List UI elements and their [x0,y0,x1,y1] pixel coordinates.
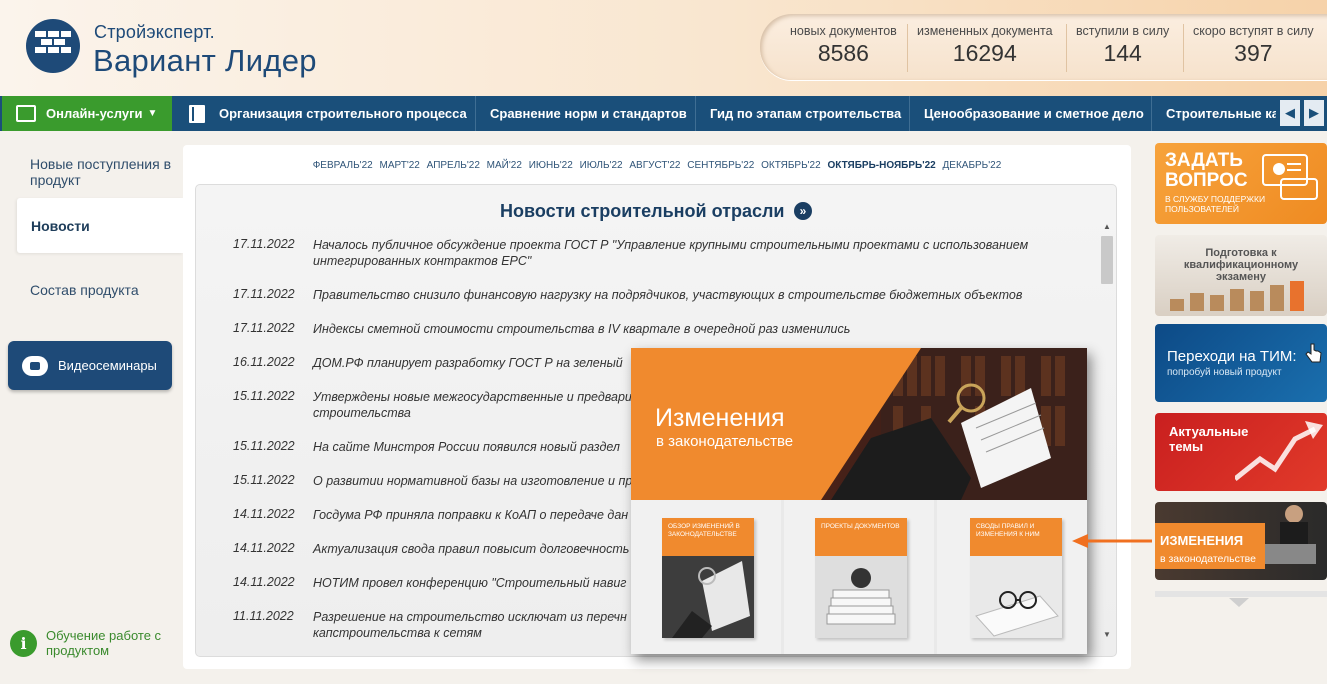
learn-product-link[interactable]: i Обучение работе с продуктом [10,628,166,658]
video-seminars-button[interactable]: Видеосеминары [8,341,172,390]
online-services-menu[interactable]: Онлайн-услуги ▼ [2,96,172,131]
scroll-up-icon[interactable]: ▲ [1103,222,1111,231]
main-nav: Онлайн-услуги ▼ Организация строительног… [0,96,1327,131]
nav-prev-arrow-icon[interactable]: ◀ [1280,100,1300,126]
magnifier-document-icon [662,556,754,638]
news-date: 16.11.2022 [233,355,295,369]
cursor-screen-icon [16,105,36,122]
news-date: 17.11.2022 [233,321,295,335]
stat-coming-soon[interactable]: скоро вступят в силу 397 [1193,24,1314,67]
popup-cards: ОБЗОР ИЗМЕНЕНИЙ В ЗАКОНОДАТЕЛЬСТВЕ ПРОЕК… [631,500,1087,654]
news-headline[interactable]: Утверждены новые межгосударственные и пр… [313,389,633,421]
stat-changed-docs[interactable]: измененных документа 16294 [917,24,1053,67]
scroll-down-icon[interactable]: ▼ [1103,630,1111,639]
news-headline[interactable]: Началось публичное обсуждение проекта ГО… [313,237,1073,269]
news-headline[interactable]: Индексы сметной стоимости строительства … [313,321,1073,337]
news-date: 15.11.2022 [233,473,295,487]
logo-text-main: Вариант Лидер [93,43,317,78]
news-scrollbar[interactable]: ▲ ▼ [1100,222,1114,644]
exam-prep-banner[interactable]: Подготовка к квалификационному экзамену [1155,235,1327,316]
card-codes-of-rules[interactable]: СВОДЫ ПРАВИЛ И ИЗМЕНЕНИЯ К НИМ [937,500,1087,654]
month-link[interactable]: ДЕКАБРЬ'22 [943,160,1002,171]
double-chevron-right-icon[interactable]: » [794,202,812,220]
popup-title: Изменения [655,404,785,432]
month-link[interactable]: ОКТЯБРЬ'22 [761,160,821,171]
month-link[interactable]: СЕНТЯБРЬ'22 [687,160,754,171]
divider [907,24,908,72]
month-link[interactable]: АПРЕЛЬ'22 [427,160,480,171]
checklist-icon [1170,281,1304,311]
chevron-down-icon: ▼ [147,108,158,119]
news-title[interactable]: Новости строительной отрасли [500,201,785,222]
sidebar-item-news[interactable]: Новости [17,198,183,253]
divider [1066,24,1067,72]
nav-item-pricing[interactable]: Ценообразование и сметное дело [910,96,1152,131]
header: Стройэксперт. Вариант Лидер новых докуме… [0,0,1327,96]
news-date: 15.11.2022 [233,439,295,453]
hand-pointer-icon [1305,343,1322,363]
hot-topics-banner[interactable]: Актуальные темы [1155,413,1327,491]
month-link-active[interactable]: ОКТЯБРЬ-НОЯБРЬ'22 [827,160,935,171]
month-link[interactable]: МАРТ'22 [379,160,419,171]
stat-new-docs[interactable]: новых документов 8586 [790,24,897,67]
book-cover: ПРОЕКТЫ ДОКУМЕНТОВ [815,518,907,638]
popup-subtitle: в законодательстве [656,433,794,450]
nav-item-construction-more[interactable]: Строительные ка [1152,96,1276,131]
logo-text-top: Стройэксперт. [94,22,215,42]
trend-arrow-icon [1235,421,1323,481]
tim-banner[interactable]: Переходи на ТИМ: попробуй новый продукт [1155,324,1327,402]
news-date: 14.11.2022 [233,541,295,555]
ask-question-banner[interactable]: ЗАДАТЬ ВОПРОС В СЛУЖБУ ПОДДЕРЖКИ ПОЛЬЗОВ… [1155,143,1327,224]
info-icon: i [10,629,37,657]
scroll-down-triangle-icon[interactable] [1229,598,1249,607]
divider [1183,24,1184,72]
book-icon [189,104,205,123]
stat-in-force[interactable]: вступили в силу 144 [1076,24,1169,67]
month-link[interactable]: МАЙ'22 [487,160,522,171]
months-bar: ФЕВРАЛЬ'22 МАРТ'22 АПРЕЛЬ'22 МАЙ'22 ИЮНЬ… [0,160,1314,171]
law-changes-popup[interactable]: Изменения в законодательстве ОБЗОР ИЗМЕН… [631,348,1087,654]
sidebar-item-contents[interactable]: Состав продукта [30,282,139,298]
news-date: 11.11.2022 [233,609,294,623]
stats-panel: новых документов 8586 измененных докумен… [760,14,1327,80]
news-headline[interactable]: Разрешение на строительство исключат из … [313,609,633,641]
month-link[interactable]: ИЮНЬ'22 [529,160,573,171]
card-law-review[interactable]: ОБЗОР ИЗМЕНЕНИЙ В ЗАКОНОДАТЕЛЬСТВЕ [631,500,781,654]
month-link[interactable]: ИЮЛЬ'22 [580,160,623,171]
card-draft-documents[interactable]: ПРОЕКТЫ ДОКУМЕНТОВ [784,500,934,654]
logo-icon[interactable] [26,19,80,73]
video-chat-icon [22,355,48,376]
nav-item-construction-process[interactable]: Организация строительного процесса [173,96,476,131]
glasses-papers-icon [970,556,1062,638]
scroll-thumb[interactable] [1101,236,1113,284]
news-date: 14.11.2022 [233,575,295,589]
month-link[interactable]: ФЕВРАЛЬ'22 [313,160,373,171]
news-date: 17.11.2022 [233,237,295,251]
book-cover: ОБЗОР ИЗМЕНЕНИЙ В ЗАКОНОДАТЕЛЬСТВЕ [662,518,754,638]
nav-next-arrow-icon[interactable]: ▶ [1304,100,1324,126]
support-chat-icon [1262,154,1318,200]
banner-list-edge [1155,591,1327,597]
news-date: 17.11.2022 [233,287,295,301]
popup-hero: Изменения в законодательстве [631,348,1087,500]
news-headline[interactable]: Правительство снизило финансовую нагрузк… [313,287,1073,303]
law-changes-banner[interactable]: ИЗМЕНЕНИЯ в законодательстве [1155,502,1327,580]
book-cover: СВОДЫ ПРАВИЛ И ИЗМЕНЕНИЯ К НИМ [970,518,1062,638]
news-date: 14.11.2022 [233,507,295,521]
month-link[interactable]: АВГУСТ'22 [629,160,680,171]
paper-stack-icon [815,556,907,638]
nav-item-norms-comparison[interactable]: Сравнение норм и стандартов [476,96,696,131]
nav-item-stages-guide[interactable]: Гид по этапам строительства [696,96,910,131]
news-date: 15.11.2022 [233,389,295,403]
arrow-left-icon [1072,534,1152,548]
